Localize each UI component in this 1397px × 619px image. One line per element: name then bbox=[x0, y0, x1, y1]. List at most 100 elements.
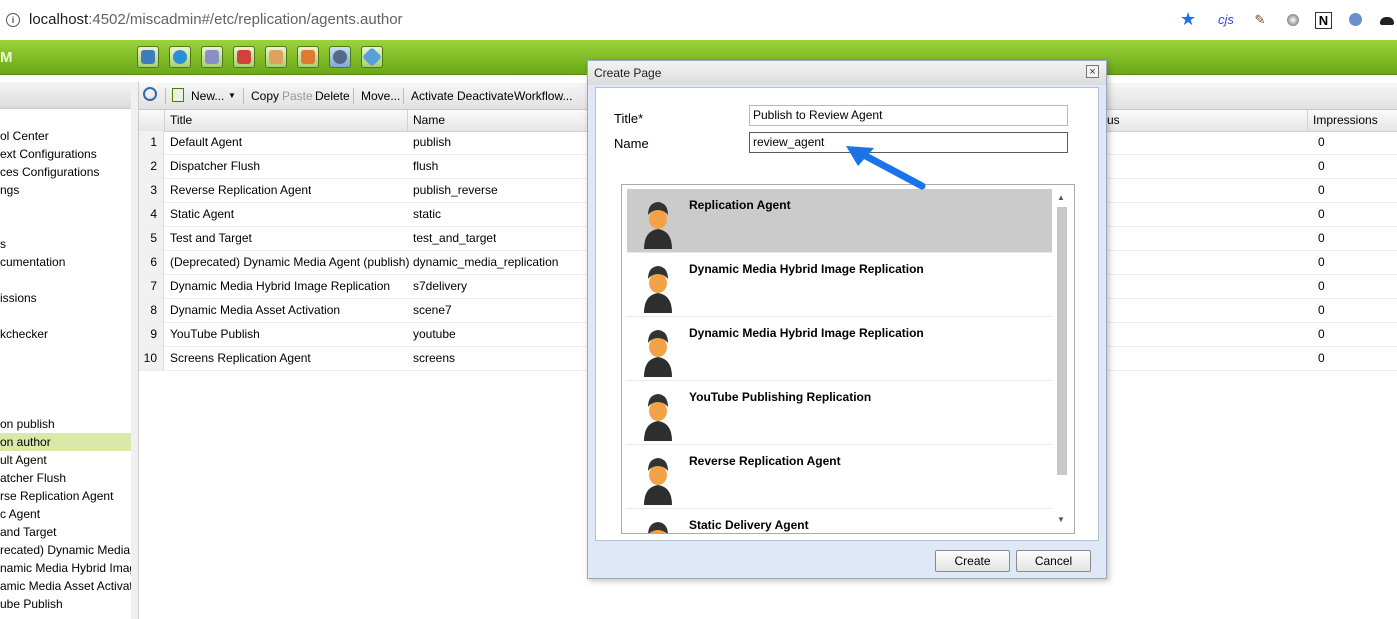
template-item[interactable]: Dynamic Media Hybrid Image Replication bbox=[627, 253, 1052, 317]
tree-item[interactable]: issions bbox=[0, 289, 131, 307]
row-number: 1 bbox=[139, 131, 164, 154]
tree-item[interactable]: rse Replication Agent bbox=[0, 487, 131, 505]
workflow-button[interactable]: Workflow... bbox=[514, 89, 572, 103]
title-field[interactable]: Publish to Review Agent bbox=[749, 105, 1068, 126]
template-name: Replication Agent bbox=[689, 198, 791, 212]
tree-item[interactable]: ces Configurations bbox=[0, 163, 131, 181]
globe-icon[interactable] bbox=[169, 46, 191, 68]
cell-name: test_and_target bbox=[413, 231, 497, 245]
tree-item[interactable]: and Target bbox=[0, 523, 131, 541]
cell-name: static bbox=[413, 207, 442, 221]
template-name: Static Delivery Agent bbox=[689, 518, 809, 532]
template-name: YouTube Publishing Replication bbox=[689, 390, 872, 404]
paste-button[interactable]: Paste bbox=[282, 89, 313, 103]
template-item[interactable]: Static Delivery Agent bbox=[627, 509, 1052, 533]
chevron-down-icon[interactable]: ▼ bbox=[228, 91, 236, 100]
close-icon[interactable]: × bbox=[1086, 65, 1099, 78]
new-button[interactable]: New... bbox=[191, 89, 224, 103]
dam-icon[interactable] bbox=[201, 46, 223, 68]
scroll-down-icon[interactable]: ▼ bbox=[1057, 515, 1065, 524]
app-logo: M bbox=[0, 49, 13, 66]
scroll-up-icon[interactable]: ▲ bbox=[1057, 193, 1065, 202]
star-icon[interactable]: ★ bbox=[1180, 9, 1196, 30]
sites-icon[interactable] bbox=[137, 46, 159, 68]
template-list: Replication Agent Dynamic Media Hybrid I… bbox=[621, 184, 1075, 534]
column-impressions[interactable]: Impressions bbox=[1307, 110, 1397, 131]
template-item-selected[interactable]: Replication Agent bbox=[627, 189, 1052, 253]
tree-item[interactable]: ngs bbox=[0, 181, 131, 199]
inbox-icon[interactable] bbox=[265, 46, 287, 68]
tree-item[interactable]: cumentation bbox=[0, 253, 131, 271]
cell-impressions: 0 bbox=[1318, 207, 1325, 221]
tree-item[interactable]: namic Media Hybrid Image R bbox=[0, 559, 131, 577]
scroll-thumb[interactable] bbox=[1057, 207, 1067, 475]
deactivate-button[interactable]: Deactivate bbox=[457, 89, 514, 103]
template-name: Dynamic Media Hybrid Image Replication bbox=[689, 326, 924, 340]
annotation-arrow-icon bbox=[846, 146, 926, 190]
tree-item[interactable]: atcher Flush bbox=[0, 469, 131, 487]
refresh-icon[interactable] bbox=[143, 87, 157, 101]
tools-icon[interactable] bbox=[329, 46, 351, 68]
template-name: Dynamic Media Hybrid Image Replication bbox=[689, 262, 924, 276]
cell-impressions: 0 bbox=[1318, 255, 1325, 269]
template-name: Reverse Replication Agent bbox=[689, 454, 841, 468]
cell-impressions: 0 bbox=[1318, 135, 1325, 149]
tree-item[interactable]: ult Agent bbox=[0, 451, 131, 469]
dialog-titlebar[interactable]: Create Page × bbox=[588, 61, 1106, 85]
agent-icon bbox=[644, 202, 672, 249]
create-button[interactable]: Create bbox=[935, 550, 1010, 572]
row-number: 4 bbox=[139, 203, 164, 226]
toolbar-separator bbox=[353, 88, 354, 104]
campaign-icon[interactable] bbox=[233, 46, 255, 68]
cjs-icon[interactable]: cjs bbox=[1217, 11, 1235, 29]
template-list-scrollbar[interactable]: ▲ ▼ bbox=[1055, 189, 1069, 529]
tree-item[interactable]: ext Configurations bbox=[0, 145, 131, 163]
activate-button[interactable]: Activate bbox=[411, 89, 454, 103]
cell-name: scene7 bbox=[413, 303, 452, 317]
tree-item[interactable]: kchecker bbox=[0, 325, 131, 343]
column-title[interactable]: Title bbox=[164, 110, 407, 131]
template-item[interactable]: YouTube Publishing Replication bbox=[627, 381, 1052, 445]
spy-icon[interactable] bbox=[1378, 11, 1396, 29]
cell-impressions: 0 bbox=[1318, 279, 1325, 293]
cell-impressions: 0 bbox=[1318, 183, 1325, 197]
cancel-button[interactable]: Cancel bbox=[1016, 550, 1091, 572]
template-item[interactable]: Reverse Replication Agent bbox=[627, 445, 1052, 509]
column-name[interactable]: Name bbox=[407, 110, 587, 131]
cell-title: (Deprecated) Dynamic Media Agent (publis… bbox=[170, 255, 410, 269]
tagging-icon[interactable] bbox=[361, 46, 383, 68]
move-button[interactable]: Move... bbox=[361, 89, 400, 103]
row-number: 10 bbox=[139, 347, 164, 370]
tree-item[interactable]: on publish bbox=[0, 415, 131, 433]
cell-title: YouTube Publish bbox=[170, 327, 260, 341]
info-icon[interactable]: i bbox=[6, 13, 20, 27]
url-path: :4502/miscadmin#/etc/replication/agents.… bbox=[88, 11, 403, 28]
cell-impressions: 0 bbox=[1318, 303, 1325, 317]
template-item[interactable]: Dynamic Media Hybrid Image Replication bbox=[627, 317, 1052, 381]
cell-title: Dynamic Media Asset Activation bbox=[170, 303, 341, 317]
tree-item[interactable]: ube Publish bbox=[0, 595, 131, 613]
tree-item[interactable]: c Agent bbox=[0, 505, 131, 523]
column-status[interactable]: atus bbox=[1097, 110, 1307, 131]
delete-button[interactable]: Delete bbox=[315, 89, 350, 103]
browser-url-bar: i localhost:4502/miscadmin#/etc/replicat… bbox=[0, 0, 1397, 41]
cell-impressions: 0 bbox=[1318, 159, 1325, 173]
row-number: 3 bbox=[139, 179, 164, 202]
agent-icon bbox=[648, 522, 668, 533]
tree-item[interactable]: amic Media Asset Activation bbox=[0, 577, 131, 595]
tree-item[interactable]: recated) Dynamic Media Ag bbox=[0, 541, 131, 559]
address-input[interactable]: localhost:4502/miscadmin#/etc/replicatio… bbox=[29, 11, 403, 28]
pen-icon[interactable]: ✎ bbox=[1251, 11, 1269, 29]
shield-icon[interactable] bbox=[1347, 11, 1365, 29]
copy-button[interactable]: Copy bbox=[251, 89, 279, 103]
users-icon[interactable] bbox=[297, 46, 319, 68]
tree-item-selected[interactable]: on author bbox=[0, 433, 131, 451]
agent-icon bbox=[644, 458, 672, 505]
n-icon[interactable]: N bbox=[1315, 12, 1332, 29]
tree-item[interactable]: ol Center bbox=[0, 127, 131, 145]
panel-splitter[interactable] bbox=[131, 82, 139, 619]
cell-title: Reverse Replication Agent bbox=[170, 183, 312, 197]
cell-name: youtube bbox=[413, 327, 456, 341]
circle-icon[interactable] bbox=[1284, 11, 1302, 29]
tree-item[interactable]: s bbox=[0, 235, 131, 253]
